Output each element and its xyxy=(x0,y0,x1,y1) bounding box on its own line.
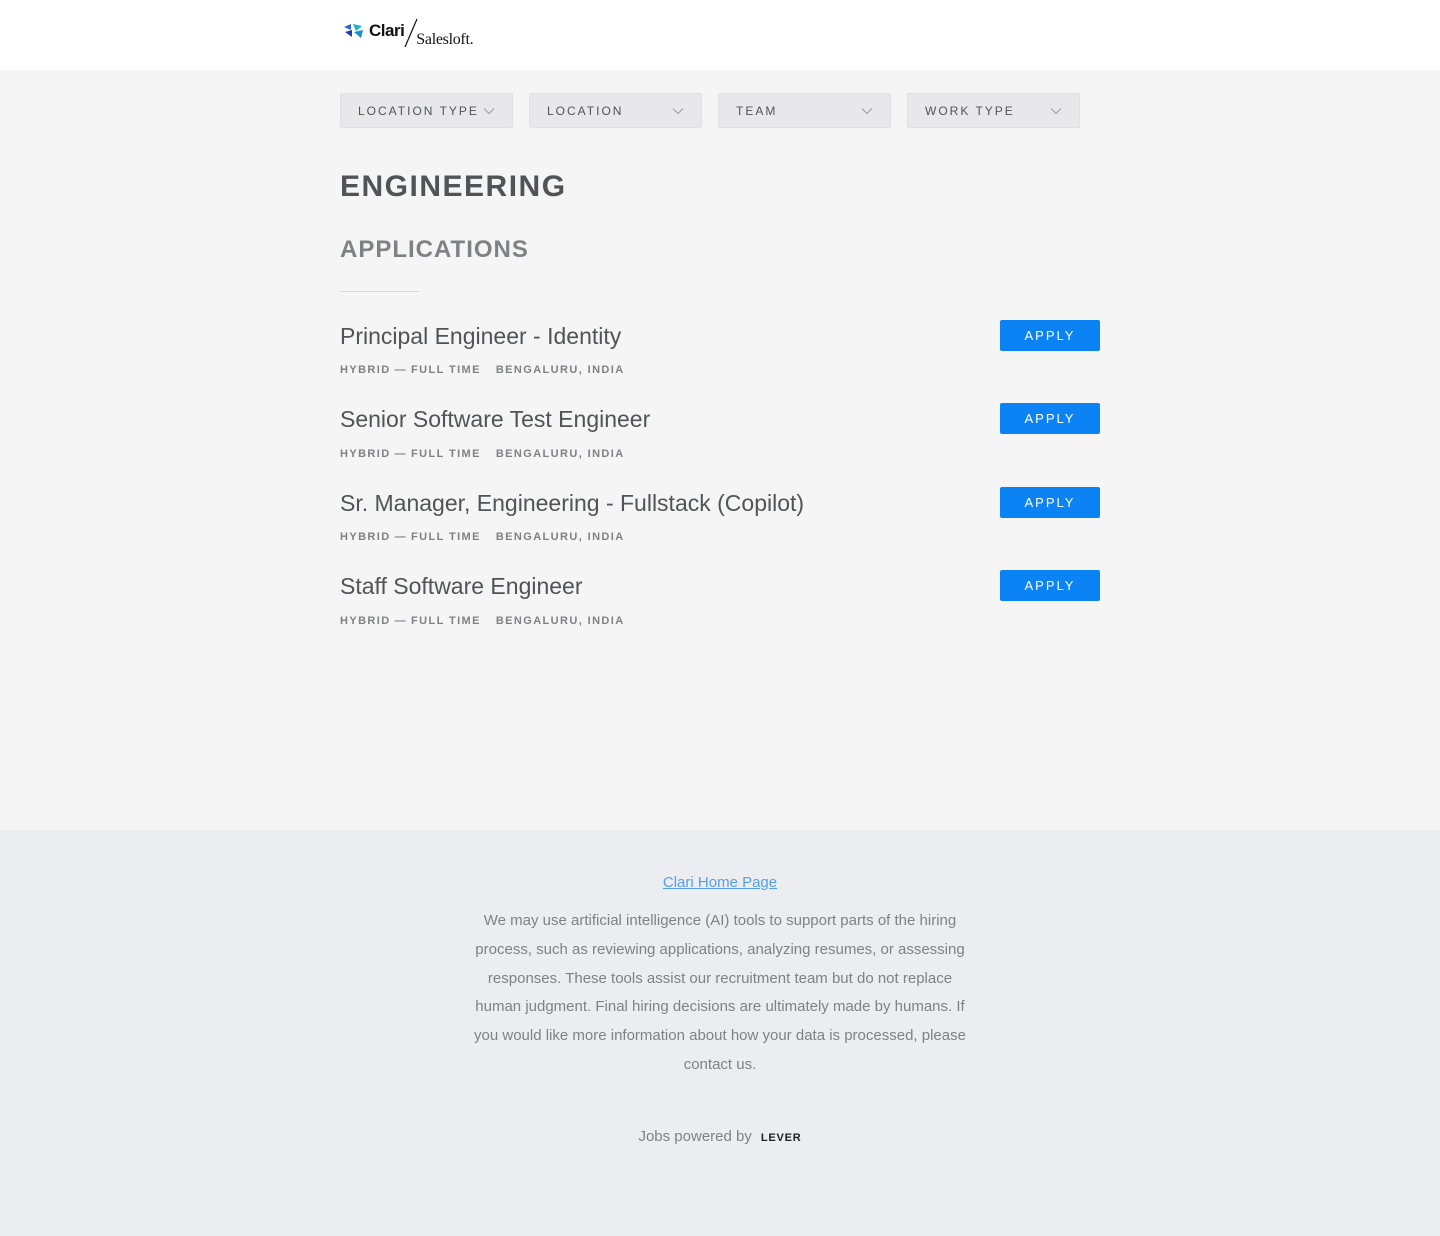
filter-team[interactable]: TEAM xyxy=(718,93,891,128)
posting-title-link[interactable]: Principal Engineer - Identity xyxy=(340,323,621,350)
meta-separator: — xyxy=(394,364,407,376)
company-logo[interactable]: Clari Salesloft. xyxy=(342,18,474,52)
filter-location-type[interactable]: LOCATION TYPE xyxy=(340,93,513,128)
posting-location-type: HYBRID xyxy=(340,364,391,376)
ai-disclaimer: We may use artificial intelligence (AI) … xyxy=(474,912,966,1073)
posting-location-type: HYBRID xyxy=(340,448,391,460)
posting-commitment: FULL TIME xyxy=(410,615,481,627)
group-title: APPLICATIONS xyxy=(340,236,529,263)
chevron-down-icon xyxy=(861,107,873,114)
posting-location: BENGALURU, INDIA xyxy=(495,615,625,627)
powered-by: Jobs powered by LEVER xyxy=(0,1128,1440,1145)
logo-salesloft-text: Salesloft. xyxy=(416,31,474,48)
posting-item: Senior Software Test Engineer HYBRID — F… xyxy=(340,403,1100,476)
site-footer: Clari Home Page We may use artificial in… xyxy=(0,830,1440,1236)
filter-work-type[interactable]: WORK TYPE xyxy=(907,93,1080,128)
posting-title-link[interactable]: Sr. Manager, Engineering - Fullstack (Co… xyxy=(340,490,804,517)
site-header: Clari Salesloft. xyxy=(0,0,1440,70)
posting-meta: HYBRID — FULL TIME BENGALURU, INDIA xyxy=(340,448,625,460)
apply-button[interactable]: APPLY xyxy=(1000,403,1100,434)
posting-location-type: HYBRID xyxy=(340,531,391,543)
posting-location: BENGALURU, INDIA xyxy=(495,364,625,376)
filter-label: LOCATION TYPE xyxy=(358,103,479,118)
posting-commitment: FULL TIME xyxy=(410,364,481,376)
chevron-down-icon xyxy=(1050,107,1062,114)
filter-label: LOCATION xyxy=(547,103,624,118)
posting-commitment: FULL TIME xyxy=(410,448,481,460)
posting-title-link[interactable]: Senior Software Test Engineer xyxy=(340,406,650,433)
chevron-down-icon xyxy=(483,107,495,114)
home-page-link[interactable]: Clari Home Page xyxy=(0,874,1440,891)
filter-label: WORK TYPE xyxy=(925,103,1015,118)
filter-label: TEAM xyxy=(736,103,778,118)
posting-meta: HYBRID — FULL TIME BENGALURU, INDIA xyxy=(340,531,625,543)
logo-clari-text: Clari xyxy=(369,21,405,40)
apply-button[interactable]: APPLY xyxy=(1000,570,1100,601)
posting-meta: HYBRID — FULL TIME BENGALURU, INDIA xyxy=(340,615,625,627)
meta-separator: — xyxy=(394,615,407,627)
meta-separator: — xyxy=(394,448,407,460)
posting-item: Principal Engineer - Identity HYBRID — F… xyxy=(340,320,1100,393)
posting-title-link[interactable]: Staff Software Engineer xyxy=(340,573,583,600)
lever-logo-link[interactable]: LEVER xyxy=(761,1132,802,1144)
apply-button[interactable]: APPLY xyxy=(1000,320,1100,351)
department-title: ENGINEERING xyxy=(340,170,567,203)
powered-by-text: Jobs powered by xyxy=(638,1128,752,1145)
posting-commitment: FULL TIME xyxy=(410,531,481,543)
group-divider xyxy=(340,291,419,292)
posting-item: Staff Software Engineer HYBRID — FULL TI… xyxy=(340,570,1100,643)
posting-location-type: HYBRID xyxy=(340,615,391,627)
posting-meta: HYBRID — FULL TIME BENGALURU, INDIA xyxy=(340,364,625,376)
filter-location[interactable]: LOCATION xyxy=(529,93,702,128)
clari-logo-icon xyxy=(344,24,363,38)
posting-item: Sr. Manager, Engineering - Fullstack (Co… xyxy=(340,487,1100,560)
apply-button[interactable]: APPLY xyxy=(1000,487,1100,518)
chevron-down-icon xyxy=(672,107,684,114)
filter-bar: LOCATION TYPE LOCATION TEAM WORK TYPE xyxy=(340,93,1080,128)
meta-separator: — xyxy=(394,531,407,543)
posting-location: BENGALURU, INDIA xyxy=(495,531,625,543)
posting-location: BENGALURU, INDIA xyxy=(495,448,625,460)
